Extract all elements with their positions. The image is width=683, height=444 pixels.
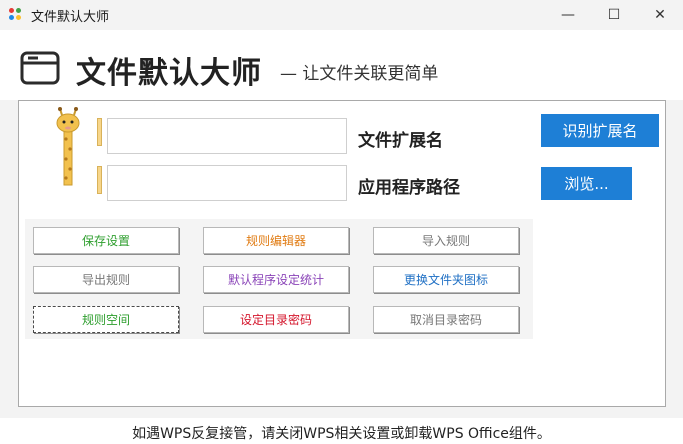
app-header: 文件默认大师 — 让文件关联更简单: [0, 30, 683, 100]
default-program-stats-button[interactable]: 默认程序设定统计: [203, 266, 349, 293]
action-button-grid: 保存设置 规则编辑器 导入规则 导出规则 默认程序设定统计 更换文件夹图标 规则…: [25, 219, 533, 339]
cancel-folder-password-button[interactable]: 取消目录密码: [373, 306, 519, 333]
extension-marker: [97, 118, 102, 146]
folder-icon: [20, 51, 60, 85]
app-slogan: — 让文件关联更简单: [280, 64, 439, 84]
window-title: 文件默认大师: [31, 10, 110, 25]
extension-label: 文件扩展名: [358, 131, 443, 151]
app-path-input[interactable]: [107, 165, 347, 201]
title-bar[interactable]: 文件默认大师 — ☐ ✕: [0, 0, 683, 30]
close-button[interactable]: ✕: [637, 0, 683, 30]
main-panel: 文件扩展名 识别扩展名 应用程序路径 浏览... 保存设置 规则编辑器 导入规则…: [18, 100, 666, 407]
app-logo-icon: [9, 8, 23, 22]
minimize-button[interactable]: —: [545, 0, 591, 30]
import-rules-button[interactable]: 导入规则: [373, 227, 519, 254]
change-folder-icon-button[interactable]: 更换文件夹图标: [373, 266, 519, 293]
rule-space-button[interactable]: 规则空间: [33, 306, 179, 333]
identify-extension-button[interactable]: 识别扩展名: [541, 114, 659, 147]
export-rules-button[interactable]: 导出规则: [33, 266, 179, 293]
maximize-button[interactable]: ☐: [591, 0, 637, 30]
app-heading: 文件默认大师: [76, 56, 262, 91]
path-marker: [97, 166, 102, 194]
set-folder-password-button[interactable]: 设定目录密码: [203, 306, 349, 333]
save-settings-button[interactable]: 保存设置: [33, 227, 179, 254]
footer-bar: 如遇WPS反复接管，请关闭WPS相关设置或卸载WPS Office组件。: [0, 418, 683, 444]
extension-input[interactable]: [107, 118, 347, 154]
footer-note: 如遇WPS反复接管，请关闭WPS相关设置或卸载WPS Office组件。: [132, 426, 551, 442]
rule-editor-button[interactable]: 规则编辑器: [203, 227, 349, 254]
giraffe-mascot-icon: [56, 107, 80, 186]
app-path-label: 应用程序路径: [358, 178, 460, 198]
browse-button[interactable]: 浏览...: [541, 167, 632, 200]
